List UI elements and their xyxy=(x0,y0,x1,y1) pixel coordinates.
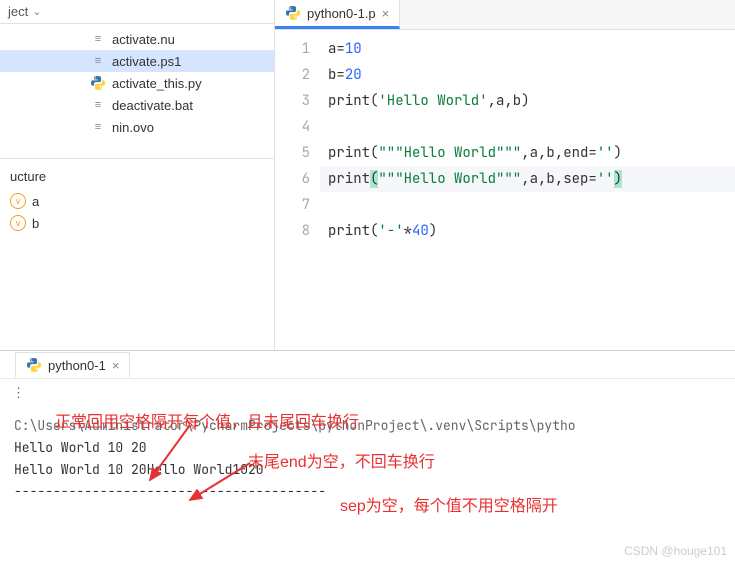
python-icon xyxy=(285,5,301,21)
file-name: activate_this.py xyxy=(112,76,202,91)
file-name: activate.ps1 xyxy=(112,54,181,69)
file-icon: ≡ xyxy=(90,119,106,135)
structure-title: ucture xyxy=(0,163,274,190)
close-icon[interactable]: × xyxy=(112,358,120,373)
variable-name: a xyxy=(32,194,39,209)
code-line: print("""Hello World""",a,b,sep='') xyxy=(320,166,735,192)
code-line xyxy=(320,192,735,218)
file-name: deactivate.bat xyxy=(112,98,193,113)
code-line: a=10 xyxy=(320,36,735,62)
code-line: b=20 xyxy=(320,62,735,88)
file-name: activate.nu xyxy=(112,32,175,47)
chevron-down-icon: ⌄ xyxy=(32,5,41,18)
code-line: print('Hello World',a,b) xyxy=(320,88,735,114)
run-tab-bar: python0-1 × xyxy=(0,351,735,379)
file-icon: ≡ xyxy=(90,97,106,113)
variable-name: b xyxy=(32,216,39,231)
line-gutter: 12345678 xyxy=(275,30,320,250)
python-icon xyxy=(90,75,106,91)
editor-tab[interactable]: python0-1.p × xyxy=(275,0,400,29)
code-line: print("""Hello World""",a,b,end='') xyxy=(320,140,735,166)
structure-item[interactable]: vb xyxy=(0,212,274,234)
variable-icon: v xyxy=(10,215,26,231)
variable-icon: v xyxy=(10,193,26,209)
project-header[interactable]: ject ⌄ xyxy=(0,0,274,24)
editor-panel: python0-1.p × 12345678 a=10b=20print('He… xyxy=(275,0,735,350)
code-editor[interactable]: 12345678 a=10b=20print('Hello World',a,b… xyxy=(275,30,735,250)
file-icon: ≡ xyxy=(90,53,106,69)
tab-bar: python0-1.p × xyxy=(275,0,735,30)
file-item[interactable]: ≡ activate.ps1 xyxy=(0,50,274,72)
terminal-output[interactable]: C:\Users\Administrator\PycharmProjects\p… xyxy=(0,407,735,511)
file-list: ≡ activate.nu ≡ activate.ps1 activate_this.p… xyxy=(0,24,274,138)
output-line-2: Hello World 10 20Hello World1020 xyxy=(14,459,721,481)
watermark: CSDN @houge101 xyxy=(624,544,727,558)
output-dashes: ---------------------------------------- xyxy=(14,481,721,503)
run-gutter: ⋮ xyxy=(0,379,735,407)
file-item[interactable]: activate_this.py xyxy=(0,72,274,94)
project-panel: ject ⌄ ≡ activate.nu ≡ activate.ps1 activate… xyxy=(0,0,275,350)
python-icon xyxy=(26,357,42,373)
output-line-1: Hello World 10 20 xyxy=(14,437,721,459)
project-title: ject xyxy=(8,4,28,19)
code-line: print('-'*40) xyxy=(320,218,735,244)
structure-section: ucture vavb xyxy=(0,158,274,234)
tab-label: python0-1.p xyxy=(307,6,376,21)
run-tab[interactable]: python0-1 × xyxy=(15,352,130,377)
file-name: nin.ovo xyxy=(112,120,154,135)
file-item[interactable]: ≡ deactivate.bat xyxy=(0,94,274,116)
structure-item[interactable]: va xyxy=(0,190,274,212)
code-line xyxy=(320,114,735,140)
code-content: a=10b=20print('Hello World',a,b) print("… xyxy=(320,30,735,250)
file-item[interactable]: ≡ nin.ovo xyxy=(0,116,274,138)
file-icon: ≡ xyxy=(90,31,106,47)
terminal-path: C:\Users\Administrator\PycharmProjects\p… xyxy=(14,415,721,437)
close-icon[interactable]: × xyxy=(382,6,390,21)
run-panel: python0-1 × ⋮ C:\Users\Administrator\Pyc… xyxy=(0,350,735,511)
file-item[interactable]: ≡ activate.nu xyxy=(0,28,274,50)
run-tab-label: python0-1 xyxy=(48,358,106,373)
